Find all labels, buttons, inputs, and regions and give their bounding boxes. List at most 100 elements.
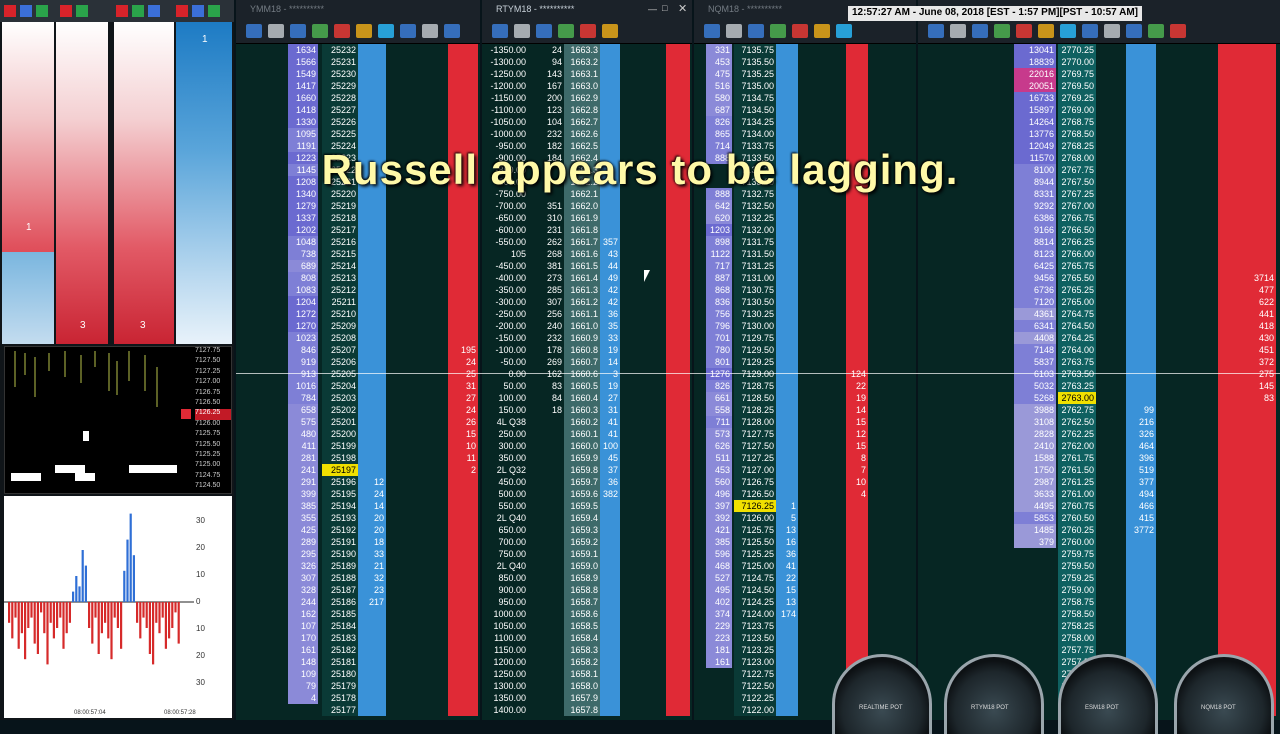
- ladder-row[interactable]: 898 7131.75: [694, 236, 916, 248]
- ask-cell[interactable]: [846, 500, 868, 512]
- ask-cell[interactable]: [846, 320, 868, 332]
- bid-ask-cell[interactable]: 45: [600, 452, 620, 464]
- ask-cell[interactable]: 22: [846, 380, 868, 392]
- ladder-row[interactable]: 241 25197 2: [236, 464, 480, 476]
- bid-cell[interactable]: [776, 296, 798, 308]
- ladder-row[interactable]: 453 7135.50: [694, 56, 916, 68]
- ladder-row[interactable]: 2758.00: [918, 632, 1280, 644]
- toolbar-button-icon[interactable]: [580, 24, 596, 38]
- ask-cell[interactable]: [448, 668, 478, 680]
- ladder-row[interactable]: 701 7129.75: [694, 332, 916, 344]
- bid-cell[interactable]: [1126, 128, 1156, 140]
- bid-cell[interactable]: [1126, 272, 1156, 284]
- ask-cell[interactable]: [666, 416, 690, 428]
- ask-cell[interactable]: [666, 236, 690, 248]
- ask-cell[interactable]: [448, 488, 478, 500]
- ladder-row[interactable]: 1272 25210: [236, 308, 480, 320]
- ask-cell[interactable]: [448, 272, 478, 284]
- bid-ask-cell[interactable]: 382: [600, 488, 620, 500]
- bid-cell[interactable]: [776, 464, 798, 476]
- bid-cell[interactable]: [1126, 212, 1156, 224]
- ask-cell[interactable]: [1218, 572, 1276, 584]
- ladder-row[interactable]: 291 25196 12: [236, 476, 480, 488]
- bid-cell[interactable]: [358, 212, 386, 224]
- bid-cell[interactable]: [776, 104, 798, 116]
- ask-cell[interactable]: [846, 248, 868, 260]
- bid-ask-cell[interactable]: [600, 596, 620, 608]
- bid-cell[interactable]: [1126, 392, 1156, 404]
- ladder-row[interactable]: -700.00 351 1662.0: [482, 200, 692, 212]
- ladder-row[interactable]: 385 25194 14: [236, 500, 480, 512]
- bid-cell[interactable]: [776, 488, 798, 500]
- bid-cell[interactable]: [776, 680, 798, 692]
- ladder-row[interactable]: 1750 2761.50 519: [918, 464, 1280, 476]
- ladder-row[interactable]: 289 25191 18: [236, 536, 480, 548]
- bid-cell[interactable]: [776, 248, 798, 260]
- bid-cell[interactable]: [358, 668, 386, 680]
- ask-cell[interactable]: [666, 452, 690, 464]
- ladder-row[interactable]: 560 7126.75 10: [694, 476, 916, 488]
- ask-cell[interactable]: 25: [448, 368, 478, 380]
- ask-cell[interactable]: [448, 200, 478, 212]
- bid-cell[interactable]: [1126, 116, 1156, 128]
- ask-cell[interactable]: [846, 284, 868, 296]
- ladder-row[interactable]: 307 25188 32: [236, 572, 480, 584]
- ladder-row[interactable]: 711 7128.00 15: [694, 416, 916, 428]
- ask-cell[interactable]: [448, 476, 478, 488]
- bid-cell[interactable]: [776, 332, 798, 344]
- ask-cell[interactable]: [448, 236, 478, 248]
- bid-cell[interactable]: [776, 212, 798, 224]
- bid-cell[interactable]: 326: [1126, 428, 1156, 440]
- ask-cell[interactable]: 10: [448, 440, 478, 452]
- ask-cell[interactable]: [1218, 200, 1276, 212]
- ladder-row[interactable]: 626 7127.50 15: [694, 440, 916, 452]
- bid-cell[interactable]: 15: [776, 584, 798, 596]
- bid-cell[interactable]: 24: [358, 488, 386, 500]
- bid-cell[interactable]: [358, 80, 386, 92]
- ladder-row[interactable]: 3633 2761.00 494: [918, 488, 1280, 500]
- toolbar-button-icon[interactable]: [814, 24, 830, 38]
- ladder-row[interactable]: 1095 25225: [236, 128, 480, 140]
- ladder-row[interactable]: 402 7124.25 13: [694, 596, 916, 608]
- ladder-row[interactable]: 22016 2769.75: [918, 68, 1280, 80]
- ladder-row[interactable]: 421 7125.75 13: [694, 524, 916, 536]
- ask-cell[interactable]: [666, 104, 690, 116]
- ask-cell[interactable]: [666, 284, 690, 296]
- ladder-row[interactable]: 689 25214: [236, 260, 480, 272]
- ask-cell[interactable]: [666, 356, 690, 368]
- bid-ask-cell[interactable]: [600, 200, 620, 212]
- bid-cell[interactable]: [358, 644, 386, 656]
- ladder-row[interactable]: 2759.50: [918, 560, 1280, 572]
- ladder-row[interactable]: -650.00 310 1661.9: [482, 212, 692, 224]
- ladder-row[interactable]: 109 25180: [236, 668, 480, 680]
- bid-cell[interactable]: 16: [776, 536, 798, 548]
- bid-cell[interactable]: 216: [1126, 416, 1156, 428]
- ask-cell[interactable]: [448, 308, 478, 320]
- toolbar-button-icon[interactable]: [536, 24, 552, 38]
- bid-ask-cell[interactable]: [600, 104, 620, 116]
- ask-cell[interactable]: [448, 680, 478, 692]
- toolbar-button-icon[interactable]: [792, 24, 808, 38]
- ladder-row[interactable]: 620 7132.25: [694, 212, 916, 224]
- ladder-row[interactable]: 14264 2768.75: [918, 116, 1280, 128]
- bid-cell[interactable]: 5: [776, 512, 798, 524]
- bid-cell[interactable]: [1126, 224, 1156, 236]
- ladder-row[interactable]: 846 25207 195: [236, 344, 480, 356]
- ask-cell[interactable]: [1218, 404, 1276, 416]
- ladder-row[interactable]: 4L Q38 1660.2 41: [482, 416, 692, 428]
- bid-cell[interactable]: [358, 428, 386, 440]
- bid-cell[interactable]: [1126, 296, 1156, 308]
- ladder-row[interactable]: 1023 25208: [236, 332, 480, 344]
- restore-icon[interactable]: [4, 5, 16, 17]
- bid-ask-cell[interactable]: [600, 500, 620, 512]
- toolbar-button-icon[interactable]: [1060, 24, 1076, 38]
- bid-cell[interactable]: [1126, 308, 1156, 320]
- bid-cell[interactable]: [1126, 620, 1156, 632]
- bid-cell[interactable]: [358, 308, 386, 320]
- bid-cell[interactable]: [358, 440, 386, 452]
- bid-cell[interactable]: [358, 368, 386, 380]
- bid-ask-cell[interactable]: 37: [600, 464, 620, 476]
- ask-cell[interactable]: [448, 260, 478, 272]
- ask-cell[interactable]: [666, 116, 690, 128]
- ask-cell[interactable]: [846, 200, 868, 212]
